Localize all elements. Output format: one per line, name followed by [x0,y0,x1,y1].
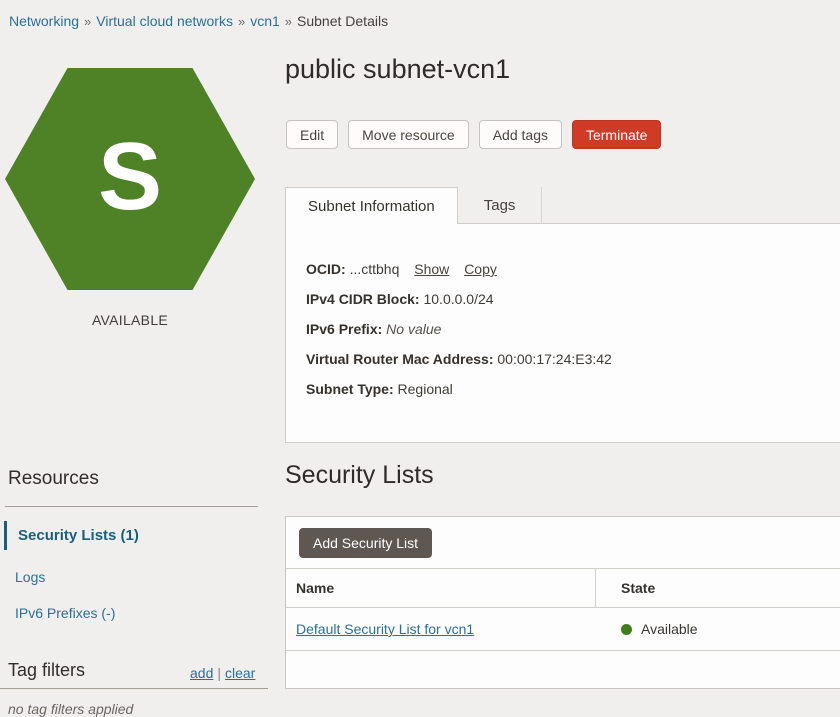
edit-button[interactable]: Edit [286,120,338,149]
breadcrumb-separator: » [238,14,245,29]
ipv4-cidr-label: IPv4 CIDR Block: [306,291,420,307]
tag-filter-add-link[interactable]: add [190,665,213,681]
sidebar-item-security-lists[interactable]: Security Lists (1) [4,521,260,550]
breadcrumb-current-page: Subnet Details [297,13,388,29]
add-tags-button[interactable]: Add tags [479,120,562,149]
ocid-copy-link[interactable]: Copy [464,261,497,277]
subnet-information-panel: OCID: ...cttbhq Show Copy IPv4 CIDR Bloc… [285,223,840,443]
security-lists-table: Name State Default Security List for vcn… [286,568,840,651]
resources-heading: Resources [8,468,99,490]
tab-tags[interactable]: Tags [458,187,543,224]
ipv6-prefix-label: IPv6 Prefix: [306,321,382,337]
security-list-state-cell: Available [596,608,840,650]
subnet-type-row: Subnet Type: Regional [306,381,840,397]
security-list-link[interactable]: Default Security List for vcn1 [296,621,474,637]
subnet-type-label: Subnet Type: [306,381,394,397]
status-badge: AVAILABLE [0,312,260,328]
ocid-row: OCID: ...cttbhq Show Copy [306,261,840,277]
table-row: Default Security List for vcn1 Available [286,608,840,651]
virtual-router-mac-label: Virtual Router Mac Address: [306,351,494,367]
breadcrumb-separator: » [285,14,292,29]
ipv6-prefix-value: No value [386,321,441,337]
virtual-router-mac-value: 00:00:17:24:E3:42 [497,351,611,367]
available-status-dot-icon [621,624,632,635]
add-security-list-button[interactable]: Add Security List [299,528,432,558]
subnet-details-page: { "breadcrumb": { "separator": "\u00bb",… [0,0,840,711]
tag-filter-links-separator: | [217,665,221,681]
ocid-show-link[interactable]: Show [414,261,449,277]
breadcrumb-separator: » [84,14,91,29]
security-lists-heading: Security Lists [285,461,434,490]
ocid-value: ...cttbhq [350,261,400,277]
security-list-state-text: Available [641,621,698,637]
ipv4-cidr-value: 10.0.0.0/24 [423,291,493,307]
subnet-type-value: Regional [398,381,453,397]
terminate-button[interactable]: Terminate [572,120,661,149]
subnet-icon-letter: S [98,129,162,225]
breadcrumb-link-networking[interactable]: Networking [9,13,79,29]
security-lists-panel: Add Security List Name State Default Sec… [285,516,840,689]
action-buttons: Edit Move resource Add tags Terminate [286,120,661,149]
sidebar-item-ipv6-prefixes[interactable]: IPv6 Prefixes (-) [15,605,115,621]
page-title: public subnet-vcn1 [285,54,510,85]
ipv6-prefix-row: IPv6 Prefix: No value [306,321,840,337]
security-list-name-cell: Default Security List for vcn1 [286,608,596,650]
table-header-row: Name State [286,568,840,608]
hexagon-shape: S [5,68,255,290]
tag-filter-links: add|clear [190,665,255,681]
breadcrumb-link-vcn1[interactable]: vcn1 [250,13,280,29]
move-resource-button[interactable]: Move resource [348,120,469,149]
sidebar-item-logs[interactable]: Logs [15,569,45,585]
column-header-name: Name [286,569,596,607]
column-header-state: State [596,569,840,607]
tag-filter-clear-link[interactable]: clear [225,665,255,681]
ipv4-cidr-row: IPv4 CIDR Block: 10.0.0.0/24 [306,291,840,307]
ocid-label: OCID: [306,261,346,277]
virtual-router-mac-row: Virtual Router Mac Address: 00:00:17:24:… [306,351,840,367]
resources-divider [5,506,258,507]
tag-filters-divider [0,688,268,689]
detail-tabs: Subnet Information Tags [285,187,542,224]
breadcrumb-link-virtual-cloud-networks[interactable]: Virtual cloud networks [96,13,233,29]
tag-filters-empty-note: no tag filters applied [8,701,133,717]
tab-subnet-information[interactable]: Subnet Information [285,187,458,224]
tag-filters-heading: Tag filters [8,660,85,681]
breadcrumb: Networking » Virtual cloud networks » vcn1 » S… [9,13,388,29]
subnet-hexagon-icon: S [5,68,255,290]
